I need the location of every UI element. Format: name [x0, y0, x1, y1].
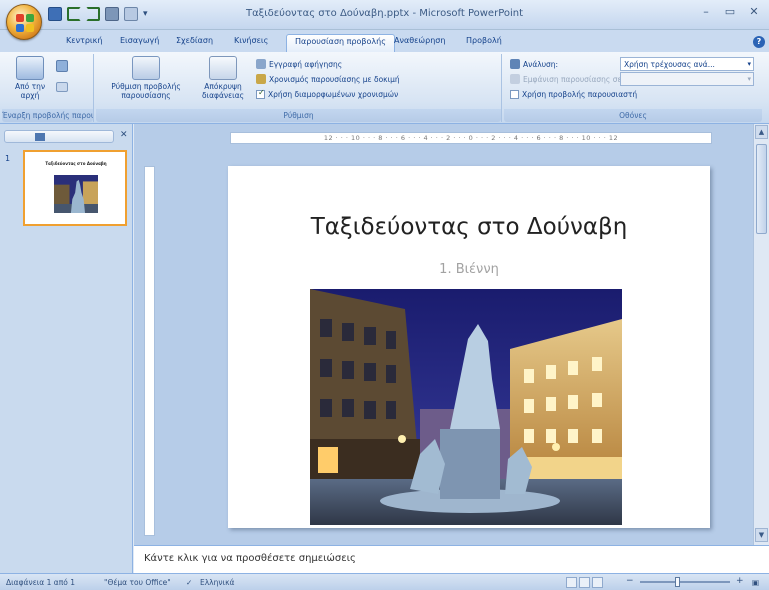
chevron-down-icon: ▾ [747, 60, 751, 68]
record-narration-label: Εγγραφή αφήγησης [269, 59, 343, 69]
maximize-icon[interactable]: ▭ [719, 4, 741, 22]
setup-show-button[interactable]: Ρύθμιση προβολής παρουσίασης [100, 56, 192, 100]
use-timings-check-icon: ✓ [256, 87, 265, 99]
rehearse-timings-label: Χρονισμός παρουσίασης με δοκιμή [269, 74, 400, 84]
window-title: Ταξιδεύοντας στο Δούναβη.pptx - Microsof… [245, 8, 524, 19]
slide-title[interactable]: Ταξιδεύοντας στο Δούναβη [228, 214, 710, 240]
tab-home[interactable]: Κεντρική [58, 34, 110, 52]
normal-view-icon[interactable] [566, 577, 577, 588]
show-on-dropdown[interactable]: ▾ [620, 72, 754, 86]
use-timings-label: Χρήση διαμορφωμένων χρονισμών [268, 89, 399, 99]
show-on-label-text: Εμφάνιση παρουσίασης σε: [523, 74, 625, 84]
tab-animations[interactable]: Κινήσεις [226, 34, 276, 52]
hide-slide-label: Απόκρυψη διαφάνειας [201, 82, 245, 100]
notes-pane[interactable]: Κάντε κλικ για να προσθέσετε σημειώσεις [134, 545, 769, 573]
vertical-scrollbar[interactable]: ▲ ▼ [753, 124, 769, 545]
custom-show-icon[interactable] [56, 82, 68, 92]
tab-design[interactable]: Σχεδίαση [168, 34, 221, 52]
zoom-out-icon[interactable]: − [626, 576, 634, 586]
use-timings-checkbox[interactable]: ✓ Χρήση διαμορφωμένων χρονισμών [256, 88, 398, 100]
group-start-slideshow: Από την αρχή Έναρξη προβολής παρουσίασης [2, 54, 94, 122]
slide-subtitle[interactable]: 1. Βιέννη [228, 262, 710, 277]
slide-sorter-icon[interactable] [579, 577, 590, 588]
slides-tab-icon [35, 133, 45, 141]
slides-pane: ✕ 1 Ταξιδεύοντας στο Δούναβη [0, 124, 133, 573]
presenter-view-label: Χρήση προβολής παρουσιαστή [522, 89, 638, 99]
record-narration-button[interactable]: Εγγραφή αφήγησης [256, 58, 342, 70]
minimize-icon[interactable]: – [695, 4, 717, 22]
group-label-monitors: Οθόνες [504, 109, 762, 122]
zoom-in-icon[interactable]: + [736, 576, 744, 586]
status-slide-count: Διαφάνεια 1 από 1 [6, 578, 75, 587]
status-bar: Διαφάνεια 1 από 1 "Θέμα του Office" ✓ Ελ… [0, 573, 769, 590]
resolution-label: Ανάλυση: [510, 58, 558, 70]
tab-slide-show[interactable]: Παρουσίαση προβολής [286, 34, 395, 52]
from-current-icon[interactable] [56, 60, 68, 72]
show-on-label: Εμφάνιση παρουσίασης σε: [510, 73, 624, 85]
slide-canvas[interactable]: Ταξιδεύοντας στο Δούναβη 1. Βιέννη [228, 166, 710, 528]
show-on-monitor-icon [510, 74, 520, 84]
setup-show-icon [132, 56, 160, 80]
zoom-slider[interactable] [640, 581, 730, 583]
slide-thumbnail-preview: Ταξιδεύοντας στο Δούναβη [28, 155, 124, 221]
close-pane-icon[interactable]: ✕ [120, 130, 128, 140]
zoom-slider-handle[interactable] [675, 577, 680, 587]
timer-icon [256, 74, 266, 84]
ribbon: Από την αρχή Έναρξη προβολής παρουσίασης… [0, 52, 769, 124]
group-label-setup: Ρύθμιση [96, 109, 501, 122]
scroll-up-icon[interactable]: ▲ [755, 125, 768, 139]
ruler-labels: 12 · · · 10 · · · 8 · · · 6 · · · 4 · · … [323, 134, 619, 142]
title-bar: ▾ Ταξιδεύοντας στο Δούναβη.pptx - Micros… [0, 0, 769, 30]
group-setup: Ρύθμιση προβολής παρουσίασης Απόκρυψη δι… [96, 54, 502, 122]
tab-insert[interactable]: Εισαγωγή [112, 34, 167, 52]
ribbon-tabs: Κεντρική Εισαγωγή Σχεδίαση Κινήσεις Παρο… [0, 30, 769, 52]
slides-pane-header: ✕ [0, 128, 133, 144]
group-monitors: Ανάλυση: Χρήση τρέχουσας ανά... ▾ Εμφάνι… [504, 54, 762, 122]
fit-to-window-icon[interactable]: ▣ [752, 578, 759, 587]
vienna-photo[interactable] [310, 289, 622, 525]
monitor-icon [510, 59, 520, 69]
scroll-down-icon[interactable]: ▼ [755, 528, 768, 542]
slide-number: 1 [5, 154, 11, 163]
close-icon[interactable]: ✕ [743, 4, 765, 22]
chevron-down-icon: ▾ [747, 75, 751, 83]
notes-placeholder: Κάντε κλικ για να προσθέσετε σημειώσεις [144, 553, 356, 564]
scroll-thumb[interactable] [756, 144, 767, 234]
status-theme: "Θέμα του Office" [104, 578, 171, 587]
tab-slides-thumbnails[interactable] [4, 130, 114, 143]
slide-thumbnail[interactable]: Ταξιδεύοντας στο Δούναβη [23, 150, 127, 226]
from-beginning-label: Από την αρχή [14, 82, 46, 100]
spellcheck-icon[interactable]: ✓ [186, 578, 192, 587]
horizontal-ruler: 12 · · · 10 · · · 8 · · · 6 · · · 4 · · … [230, 132, 712, 144]
slide-editor: 12 · · · 10 · · · 8 · · · 6 · · · 4 · · … [134, 124, 769, 545]
rehearse-timings-button[interactable]: Χρονισμός παρουσίασης με δοκιμή [256, 73, 400, 85]
setup-show-label: Ρύθμιση προβολής παρουσίασης [111, 82, 181, 100]
resolution-dropdown[interactable]: Χρήση τρέχουσας ανά... ▾ [620, 57, 754, 71]
help-icon[interactable]: ? [753, 36, 765, 48]
vertical-ruler [144, 166, 155, 536]
hide-slide-icon [209, 56, 237, 80]
microphone-icon [256, 59, 266, 69]
group-label-start: Έναρξη προβολής παρουσίασης [2, 109, 93, 122]
from-beginning-button[interactable]: Από την αρχή [8, 56, 52, 100]
tab-view[interactable]: Προβολή [458, 34, 510, 52]
resolution-value: Χρήση τρέχουσας ανά... [624, 60, 715, 69]
presenter-view-check-icon [510, 89, 519, 99]
thumbnail-photo [54, 175, 98, 213]
office-button[interactable] [6, 4, 42, 40]
office-logo-icon [16, 14, 34, 32]
presenter-view-checkbox[interactable]: Χρήση προβολής παρουσιαστή [510, 88, 637, 100]
thumbnail-title: Ταξιδεύοντας στο Δούναβη [45, 161, 107, 166]
hide-slide-button[interactable]: Απόκρυψη διαφάνειας [194, 56, 252, 100]
resolution-label-text: Ανάλυση: [523, 59, 559, 69]
status-language: Ελληνικά [200, 578, 235, 587]
slideshow-view-icon[interactable] [592, 577, 603, 588]
tab-review[interactable]: Αναθεώρηση [386, 34, 453, 52]
slideshow-start-icon [16, 56, 44, 80]
